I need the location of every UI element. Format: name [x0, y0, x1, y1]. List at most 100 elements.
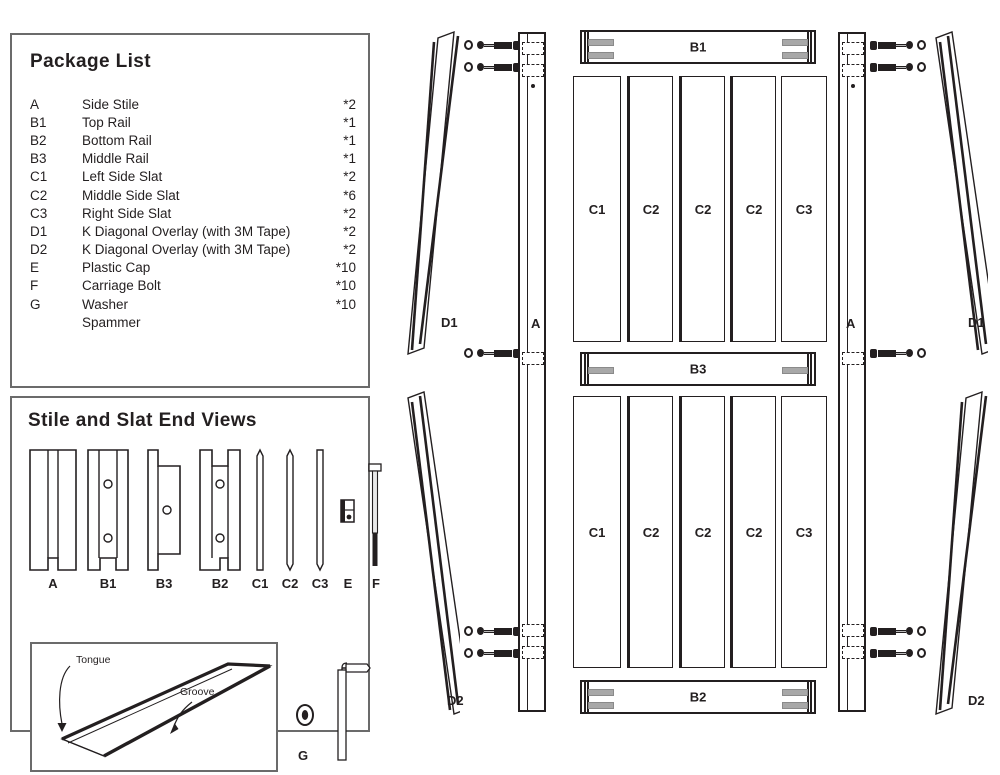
- package-item-name: Middle Side Slat: [82, 187, 180, 203]
- tongue-groove-detail-panel: Tongue Groove: [30, 642, 278, 772]
- slat-c3-upper: C3: [781, 76, 827, 342]
- package-item-code: C3: [30, 205, 48, 221]
- bolt-shaft: [484, 651, 494, 655]
- bolt-shaft: [896, 651, 906, 655]
- slat-label: C2: [694, 525, 712, 540]
- bolt-shaft: [896, 629, 906, 633]
- stile-inner-line: [847, 34, 848, 710]
- package-item-qty: *2: [343, 169, 356, 185]
- washer-g-label: G: [298, 748, 309, 763]
- bolt-head: [870, 348, 877, 358]
- bolt-assembly-bottom-right-1: [868, 624, 926, 638]
- package-item-qty: *1: [343, 114, 356, 130]
- slat-c2-lower: C2: [627, 396, 673, 668]
- package-item-name: Top Rail: [82, 114, 131, 130]
- slat-label: C2: [642, 202, 660, 217]
- bolt-assembly-top-left-2: [464, 60, 522, 74]
- stile-right-label: A: [846, 316, 856, 331]
- end-view-profiles: A B1 B3 B2 C1 C2 C3 E F: [28, 446, 382, 591]
- slat-label: C1: [588, 202, 606, 217]
- package-list-panel: Package List A Side Stile *2 B1 Top Rail *1 B2…: [10, 33, 370, 388]
- profile-a-icon: [29, 449, 77, 571]
- bolt-thread: [878, 628, 896, 635]
- slat-label: C2: [694, 202, 712, 217]
- overlay-label-d1-left: D1: [441, 315, 458, 330]
- package-list-row: F Carriage Bolt *10: [30, 277, 356, 295]
- stile-alignment-dot: [531, 84, 535, 88]
- tongue-note-label: Tongue: [76, 654, 111, 666]
- bolt-thread: [494, 350, 512, 357]
- bolt-head: [513, 626, 520, 636]
- profile-c2-icon: [286, 448, 294, 572]
- slat-c2-lower: C2: [679, 396, 725, 668]
- bolt-washer: [917, 40, 926, 50]
- stile-slot-marker: [522, 624, 544, 637]
- package-item-name: Bottom Rail: [82, 132, 152, 148]
- rail-b2: B2: [580, 680, 816, 714]
- profile-b2-icon: [199, 449, 241, 571]
- rail-label: B3: [689, 361, 707, 377]
- package-list-title: Package List: [30, 51, 151, 72]
- package-item-name: Middle Rail: [82, 151, 149, 167]
- stile-slot-marker: [522, 64, 544, 77]
- stile-slot-marker: [522, 42, 544, 55]
- bolt-washer: [917, 348, 926, 358]
- bolt-cap: [906, 349, 913, 357]
- end-view-label-a: A: [48, 576, 58, 591]
- bolt-assembly-top-right-1: [868, 38, 926, 52]
- slat-c2-upper: C2: [627, 76, 673, 342]
- bolt-assembly-top-right-2: [868, 60, 926, 74]
- package-item-code: B1: [30, 114, 47, 130]
- stile-slot-marker: [522, 352, 544, 365]
- stile-left-label: A: [531, 316, 541, 331]
- package-item-qty: *10: [335, 278, 356, 294]
- package-list-table: A Side Stile *2 B1 Top Rail *1 B2 Bottom Rail *1…: [30, 95, 356, 331]
- package-list-row: B2 Bottom Rail *1: [30, 131, 356, 149]
- slat-c1-lower: C1: [573, 396, 621, 668]
- package-item-name: Plastic Cap: [82, 260, 151, 276]
- bolt-cap: [906, 41, 913, 49]
- package-item-code: E: [30, 260, 40, 276]
- bolt-thread: [878, 650, 896, 657]
- profile-b3-icon: [147, 449, 181, 571]
- bolt-thread: [878, 350, 896, 357]
- bolt-washer: [464, 348, 473, 358]
- package-list-row: C3 Right Side Slat *2: [30, 204, 356, 222]
- bolt-washer: [464, 40, 473, 50]
- package-item-name: Spammer: [82, 314, 141, 330]
- bolt-shaft: [484, 629, 494, 633]
- bolt-head: [513, 40, 520, 50]
- tongue-groove-diagram: [57, 662, 273, 758]
- bolt-cap: [477, 63, 484, 71]
- overlay-d2-right: [935, 390, 988, 716]
- bolt-assembly-top-left-1: [464, 38, 522, 52]
- package-list-body: A Side Stile *2 B1 Top Rail *1 B2 Bottom Rail *1…: [30, 95, 356, 331]
- end-view-label-c2: C2: [281, 576, 299, 591]
- bolt-shaft: [484, 351, 494, 355]
- package-list-row: C1 Left Side Slat *2: [30, 168, 356, 186]
- bolt-washer: [917, 648, 926, 658]
- slat-label: C2: [745, 525, 763, 540]
- slat-c2-upper: C2: [730, 76, 776, 342]
- slat-label: C3: [795, 525, 813, 540]
- bolt-washer: [917, 62, 926, 72]
- bolt-cap: [477, 627, 484, 635]
- bolt-head: [870, 40, 877, 50]
- package-item-code: D2: [30, 242, 48, 258]
- slat-c2-lower: C2: [730, 396, 776, 668]
- slat-label: C1: [588, 525, 606, 540]
- package-item-code: B2: [30, 132, 47, 148]
- bolt-assembly-mid-right-1: [868, 346, 926, 360]
- rail-label: B1: [689, 39, 707, 55]
- bolt-thread: [494, 628, 512, 635]
- end-view-label-b1: B1: [99, 576, 117, 591]
- package-item-qty: *2: [343, 96, 356, 112]
- bolt-assembly-bottom-left-2: [464, 646, 522, 660]
- bolt-head: [513, 62, 520, 72]
- package-item-qty: *2: [343, 223, 356, 239]
- package-item-qty: *1: [343, 151, 356, 167]
- overlay-d1-right: [935, 31, 988, 355]
- slat-c1-upper: C1: [573, 76, 621, 342]
- bolt-thread: [878, 64, 896, 71]
- package-list-row: G Washer *10: [30, 295, 356, 313]
